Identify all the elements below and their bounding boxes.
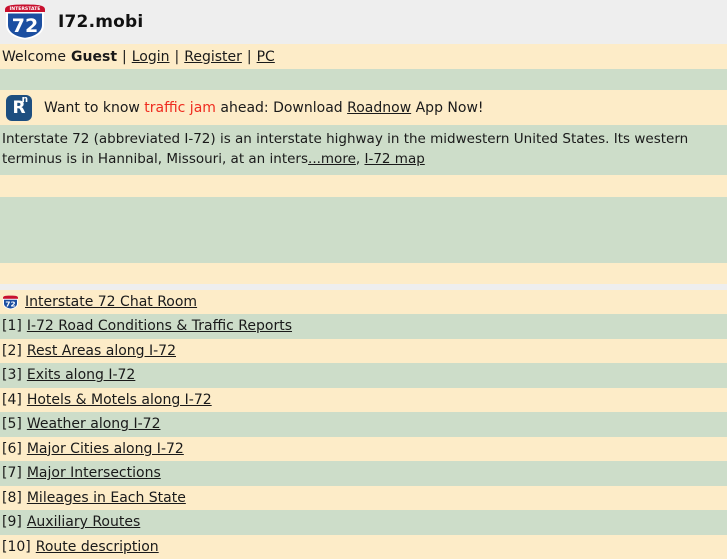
chat-room-link[interactable]: Interstate 72 Chat Room — [25, 294, 197, 310]
welcome-username: Guest — [71, 49, 117, 65]
page-title: I72.mobi — [58, 12, 143, 32]
list-item-index: [1] — [2, 318, 22, 334]
list-item-link[interactable]: Weather along I-72 — [27, 416, 161, 432]
list-item-index: [7] — [2, 465, 22, 481]
list-item-link[interactable]: Auxiliary Routes — [27, 514, 140, 530]
list-item-link[interactable]: Rest Areas along I-72 — [27, 343, 176, 359]
svg-text:INTERSTATE: INTERSTATE — [10, 6, 41, 12]
ad-text-middle: ahead: Download — [220, 100, 342, 116]
list-item-link[interactable]: Major Cities along I-72 — [27, 441, 184, 457]
list-item[interactable]: [7] Major Intersections — [0, 461, 727, 486]
topic-list: [1] I-72 Road Conditions & Traffic Report… — [0, 314, 727, 559]
i72-map-link[interactable]: I-72 map — [364, 151, 424, 167]
blank-band-green — [0, 197, 727, 263]
list-item-link[interactable]: Hotels & Motels along I-72 — [27, 392, 212, 408]
more-link[interactable]: ...more — [308, 151, 356, 167]
list-item[interactable]: [8] Mileages in Each State — [0, 486, 727, 511]
separator-2: | — [170, 49, 185, 65]
list-item-link[interactable]: Route description — [36, 539, 159, 555]
list-item-link[interactable]: Mileages in Each State — [27, 490, 186, 506]
list-item-link[interactable]: Exits along I-72 — [27, 367, 136, 383]
pc-link[interactable]: PC — [257, 49, 275, 65]
separator-3: | — [242, 49, 257, 65]
list-item[interactable]: [9] Auxiliary Routes — [0, 510, 727, 535]
chat-room-row[interactable]: 72 Interstate 72 Chat Room — [0, 290, 727, 314]
interstate-72-shield-icon-small: 72 — [2, 295, 19, 310]
route-description: Interstate 72 (abbreviated I-72) is an i… — [0, 125, 727, 175]
register-link[interactable]: Register — [184, 49, 242, 65]
svg-text:72: 72 — [5, 299, 15, 308]
list-item-index: [4] — [2, 392, 22, 408]
roadnow-badge-superscript: n — [22, 96, 28, 105]
roadnow-logo-icon: Rn — [6, 95, 32, 121]
roadnow-app-link[interactable]: Roadnow — [347, 100, 411, 116]
ad-text-before: Want to know — [44, 100, 140, 116]
roadnow-ad-text: Want to know traffic jam ahead: Download… — [44, 100, 484, 116]
list-item-index: [9] — [2, 514, 22, 530]
list-item-link[interactable]: Major Intersections — [27, 465, 161, 481]
login-link[interactable]: Login — [132, 49, 170, 65]
list-item-index: [6] — [2, 441, 22, 457]
blank-band-cream-upper — [0, 175, 727, 197]
list-item-index: [2] — [2, 343, 22, 359]
list-item[interactable]: [5] Weather along I-72 — [0, 412, 727, 437]
spacer-green-top — [0, 69, 727, 90]
list-item-link[interactable]: I-72 Road Conditions & Traffic Reports — [27, 318, 292, 334]
page-header: INTERSTATE 72 I72.mobi — [0, 0, 727, 44]
list-item-index: [3] — [2, 367, 22, 383]
list-item[interactable]: [6] Major Cities along I-72 — [0, 437, 727, 462]
description-comma: , — [356, 151, 360, 167]
list-item[interactable]: [10] Route description — [0, 535, 727, 559]
list-item-index: [8] — [2, 490, 22, 506]
roadnow-ad-banner[interactable]: Rn Want to know traffic jam ahead: Downl… — [0, 90, 727, 125]
list-item[interactable]: [3] Exits along I-72 — [0, 363, 727, 388]
ad-highlight-traffic-jam: traffic jam — [144, 100, 216, 116]
list-item[interactable]: [4] Hotels & Motels along I-72 — [0, 388, 727, 413]
list-item-index: [10] — [2, 539, 31, 555]
welcome-bar: Welcome Guest | Login | Register | PC — [0, 44, 727, 69]
list-item[interactable]: [2] Rest Areas along I-72 — [0, 339, 727, 364]
blank-band-cream-lower — [0, 263, 727, 284]
list-item[interactable]: [1] I-72 Road Conditions & Traffic Report… — [0, 314, 727, 339]
interstate-72-shield-icon: INTERSTATE 72 — [3, 3, 47, 41]
separator-1: | — [117, 49, 132, 65]
list-item-index: [5] — [2, 416, 22, 432]
ad-text-after: App Now! — [416, 100, 484, 116]
svg-text:72: 72 — [12, 15, 38, 37]
welcome-greeting: Welcome — [2, 49, 66, 65]
